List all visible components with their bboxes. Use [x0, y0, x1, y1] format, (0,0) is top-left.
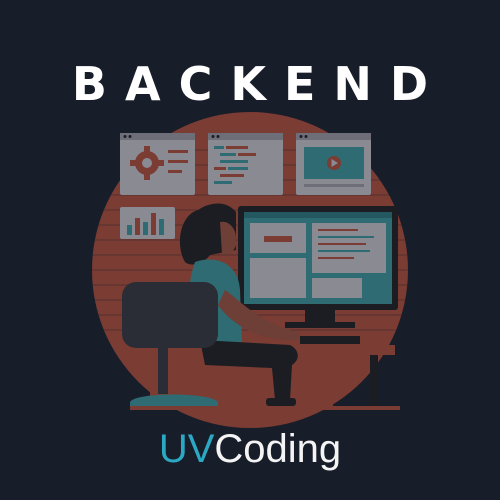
chart-panel	[120, 207, 175, 239]
poster: BACKEND UVCoding	[0, 0, 500, 500]
brand-logo: UVCoding	[0, 424, 500, 474]
brand-prefix: UV	[158, 427, 215, 471]
ground-line	[130, 406, 400, 410]
brand-suffix: Coding	[214, 427, 342, 471]
video-play-icon	[327, 156, 341, 170]
monitor	[238, 206, 398, 328]
settings-panel	[120, 133, 195, 195]
code-panel	[208, 133, 283, 195]
video-panel	[296, 133, 371, 195]
